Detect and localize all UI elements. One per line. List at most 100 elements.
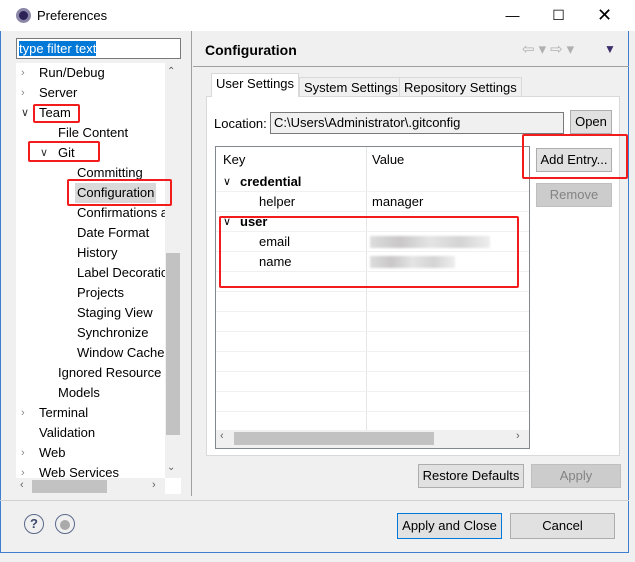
minimize-button[interactable]: — — [490, 0, 535, 30]
tree-item[interactable]: Ignored Resource — [56, 363, 163, 383]
value-cell: manager — [372, 194, 424, 209]
table-row[interactable]: ∨ user — [216, 212, 529, 232]
tree-item[interactable]: Committing — [75, 163, 145, 183]
help-icon[interactable]: ? — [24, 514, 44, 534]
nav-back-forward-icons[interactable]: ⇦▾⇨▾ — [522, 40, 578, 58]
tree-item-label: Synchronize — [77, 325, 149, 340]
footer-separator — [0, 500, 629, 501]
remove-button[interactable]: Remove — [536, 183, 612, 207]
close-button[interactable]: ✕ — [582, 0, 627, 30]
tree-item-label: Team — [39, 105, 71, 120]
open-button[interactable]: Open — [570, 110, 612, 134]
tree-item[interactable]: Staging View — [75, 303, 155, 323]
table-row[interactable] — [216, 392, 529, 412]
scroll-right-icon[interactable]: › — [516, 430, 520, 442]
chevron-right-icon[interactable]: › — [21, 443, 25, 463]
scroll-left-icon[interactable]: ‹ — [20, 479, 24, 491]
location-label: Location: — [214, 116, 267, 131]
table-row[interactable] — [216, 272, 529, 292]
tab-repository-settings[interactable]: Repository Settings — [399, 77, 522, 97]
table-row[interactable] — [216, 352, 529, 372]
chevron-down-icon[interactable]: ∨ — [223, 172, 231, 192]
column-header-value[interactable]: Value — [372, 150, 404, 170]
eclipse-icon — [16, 8, 31, 23]
apply-button[interactable]: Apply — [531, 464, 621, 488]
tree-item[interactable]: Label Decoratio — [75, 263, 170, 283]
tab-system-settings[interactable]: System Settings — [299, 77, 403, 97]
tree-item[interactable]: › Web — [21, 443, 68, 463]
tree-item[interactable]: › Server — [21, 83, 79, 103]
chevron-down-icon[interactable]: ∨ — [40, 143, 48, 163]
tree-item[interactable]: Models — [56, 383, 102, 403]
scroll-up-icon[interactable]: ⌃ — [167, 66, 175, 77]
table-row[interactable] — [216, 372, 529, 392]
tree-item[interactable]: File Content — [56, 123, 130, 143]
key-cell: email — [259, 234, 291, 249]
header-separator — [193, 66, 629, 67]
chevron-down-icon[interactable]: ∨ — [223, 212, 231, 232]
filter-input[interactable]: type filter text — [16, 38, 181, 59]
table-row[interactable]: helper manager — [216, 192, 529, 212]
location-field[interactable]: C:\Users\Administrator\.gitconfig — [270, 112, 564, 134]
tree-item-label: Web — [39, 445, 66, 460]
tree-hscroll-thumb[interactable] — [32, 480, 107, 493]
scroll-right-icon[interactable]: › — [152, 479, 156, 491]
key-cell: name — [259, 254, 292, 269]
table-hscroll-thumb[interactable] — [234, 432, 434, 445]
tree-item[interactable]: › Run/Debug — [21, 63, 107, 83]
tree-item[interactable]: Confirmations a — [75, 203, 170, 223]
import-export-icon[interactable] — [55, 514, 75, 534]
cancel-button[interactable]: Cancel — [510, 513, 615, 539]
tree-item-label: Models — [58, 385, 100, 400]
tree-item-label: History — [77, 245, 118, 260]
tree-item-label: Configuration — [77, 185, 155, 200]
tree-item-label: Run/Debug — [39, 65, 105, 80]
tree-item[interactable]: Synchronize — [75, 323, 151, 343]
preference-tree[interactable]: › Run/Debug › Server ∨ Team File Content ∨ Git Co… — [16, 63, 181, 494]
chevron-down-icon[interactable]: ∨ — [21, 103, 29, 123]
tree-item[interactable]: Configuration — [75, 183, 157, 203]
tree-scroll-thumb[interactable] — [166, 253, 180, 435]
view-menu-icon[interactable]: ▼ — [604, 42, 616, 56]
tree-item-label: Date Format — [77, 225, 150, 240]
table-row[interactable] — [216, 292, 529, 312]
redacted-value — [370, 256, 455, 268]
tree-item[interactable]: Projects — [75, 283, 126, 303]
window-title: Preferences — [37, 8, 108, 23]
chevron-right-icon[interactable]: › — [21, 83, 25, 103]
chevron-right-icon[interactable]: › — [21, 403, 25, 423]
redacted-value — [370, 236, 490, 248]
sash-divider[interactable] — [191, 31, 192, 496]
key-cell: user — [240, 214, 268, 229]
tree-item-label: Committing — [77, 165, 143, 180]
add-entry-button[interactable]: Add Entry... — [536, 148, 612, 172]
apply-and-close-button[interactable]: Apply and Close — [397, 513, 502, 539]
tree-item[interactable]: History — [75, 243, 119, 263]
table-row[interactable]: name — [216, 252, 529, 272]
tree-item-label: Confirmations a — [77, 205, 169, 220]
scroll-down-icon[interactable]: ⌄ — [167, 462, 175, 473]
table-horizontal-scrollbar[interactable]: ‹ › — [216, 430, 529, 448]
scroll-left-icon[interactable]: ‹ — [220, 430, 224, 442]
tree-item[interactable]: ∨ Team — [21, 103, 73, 123]
table-row[interactable] — [216, 332, 529, 352]
table-row[interactable]: email — [216, 232, 529, 252]
tree-item-label: Projects — [77, 285, 124, 300]
tree-item[interactable]: Date Format — [75, 223, 151, 243]
tab-user-settings[interactable]: User Settings — [211, 73, 300, 97]
tree-item[interactable]: Window Cache — [75, 343, 166, 363]
tree-item-label: Label Decoratio — [77, 265, 169, 280]
tree-item-label: Validation — [39, 425, 96, 440]
tree-item[interactable]: Validation — [37, 423, 97, 443]
tree-item[interactable]: › Terminal — [21, 403, 90, 423]
chevron-right-icon[interactable]: › — [21, 63, 25, 83]
config-table[interactable]: Key Value ∨ credential helper manager ∨ user e… — [215, 146, 530, 449]
maximize-button[interactable]: ☐ — [536, 0, 581, 30]
table-row[interactable]: ∨ credential — [216, 172, 529, 192]
tree-item[interactable]: ∨ Git — [40, 143, 77, 163]
restore-defaults-button[interactable]: Restore Defaults — [418, 464, 524, 488]
tree-item-label: File Content — [58, 125, 129, 140]
key-cell: helper — [259, 194, 296, 209]
column-header-key[interactable]: Key — [223, 150, 245, 170]
table-row[interactable] — [216, 312, 529, 332]
